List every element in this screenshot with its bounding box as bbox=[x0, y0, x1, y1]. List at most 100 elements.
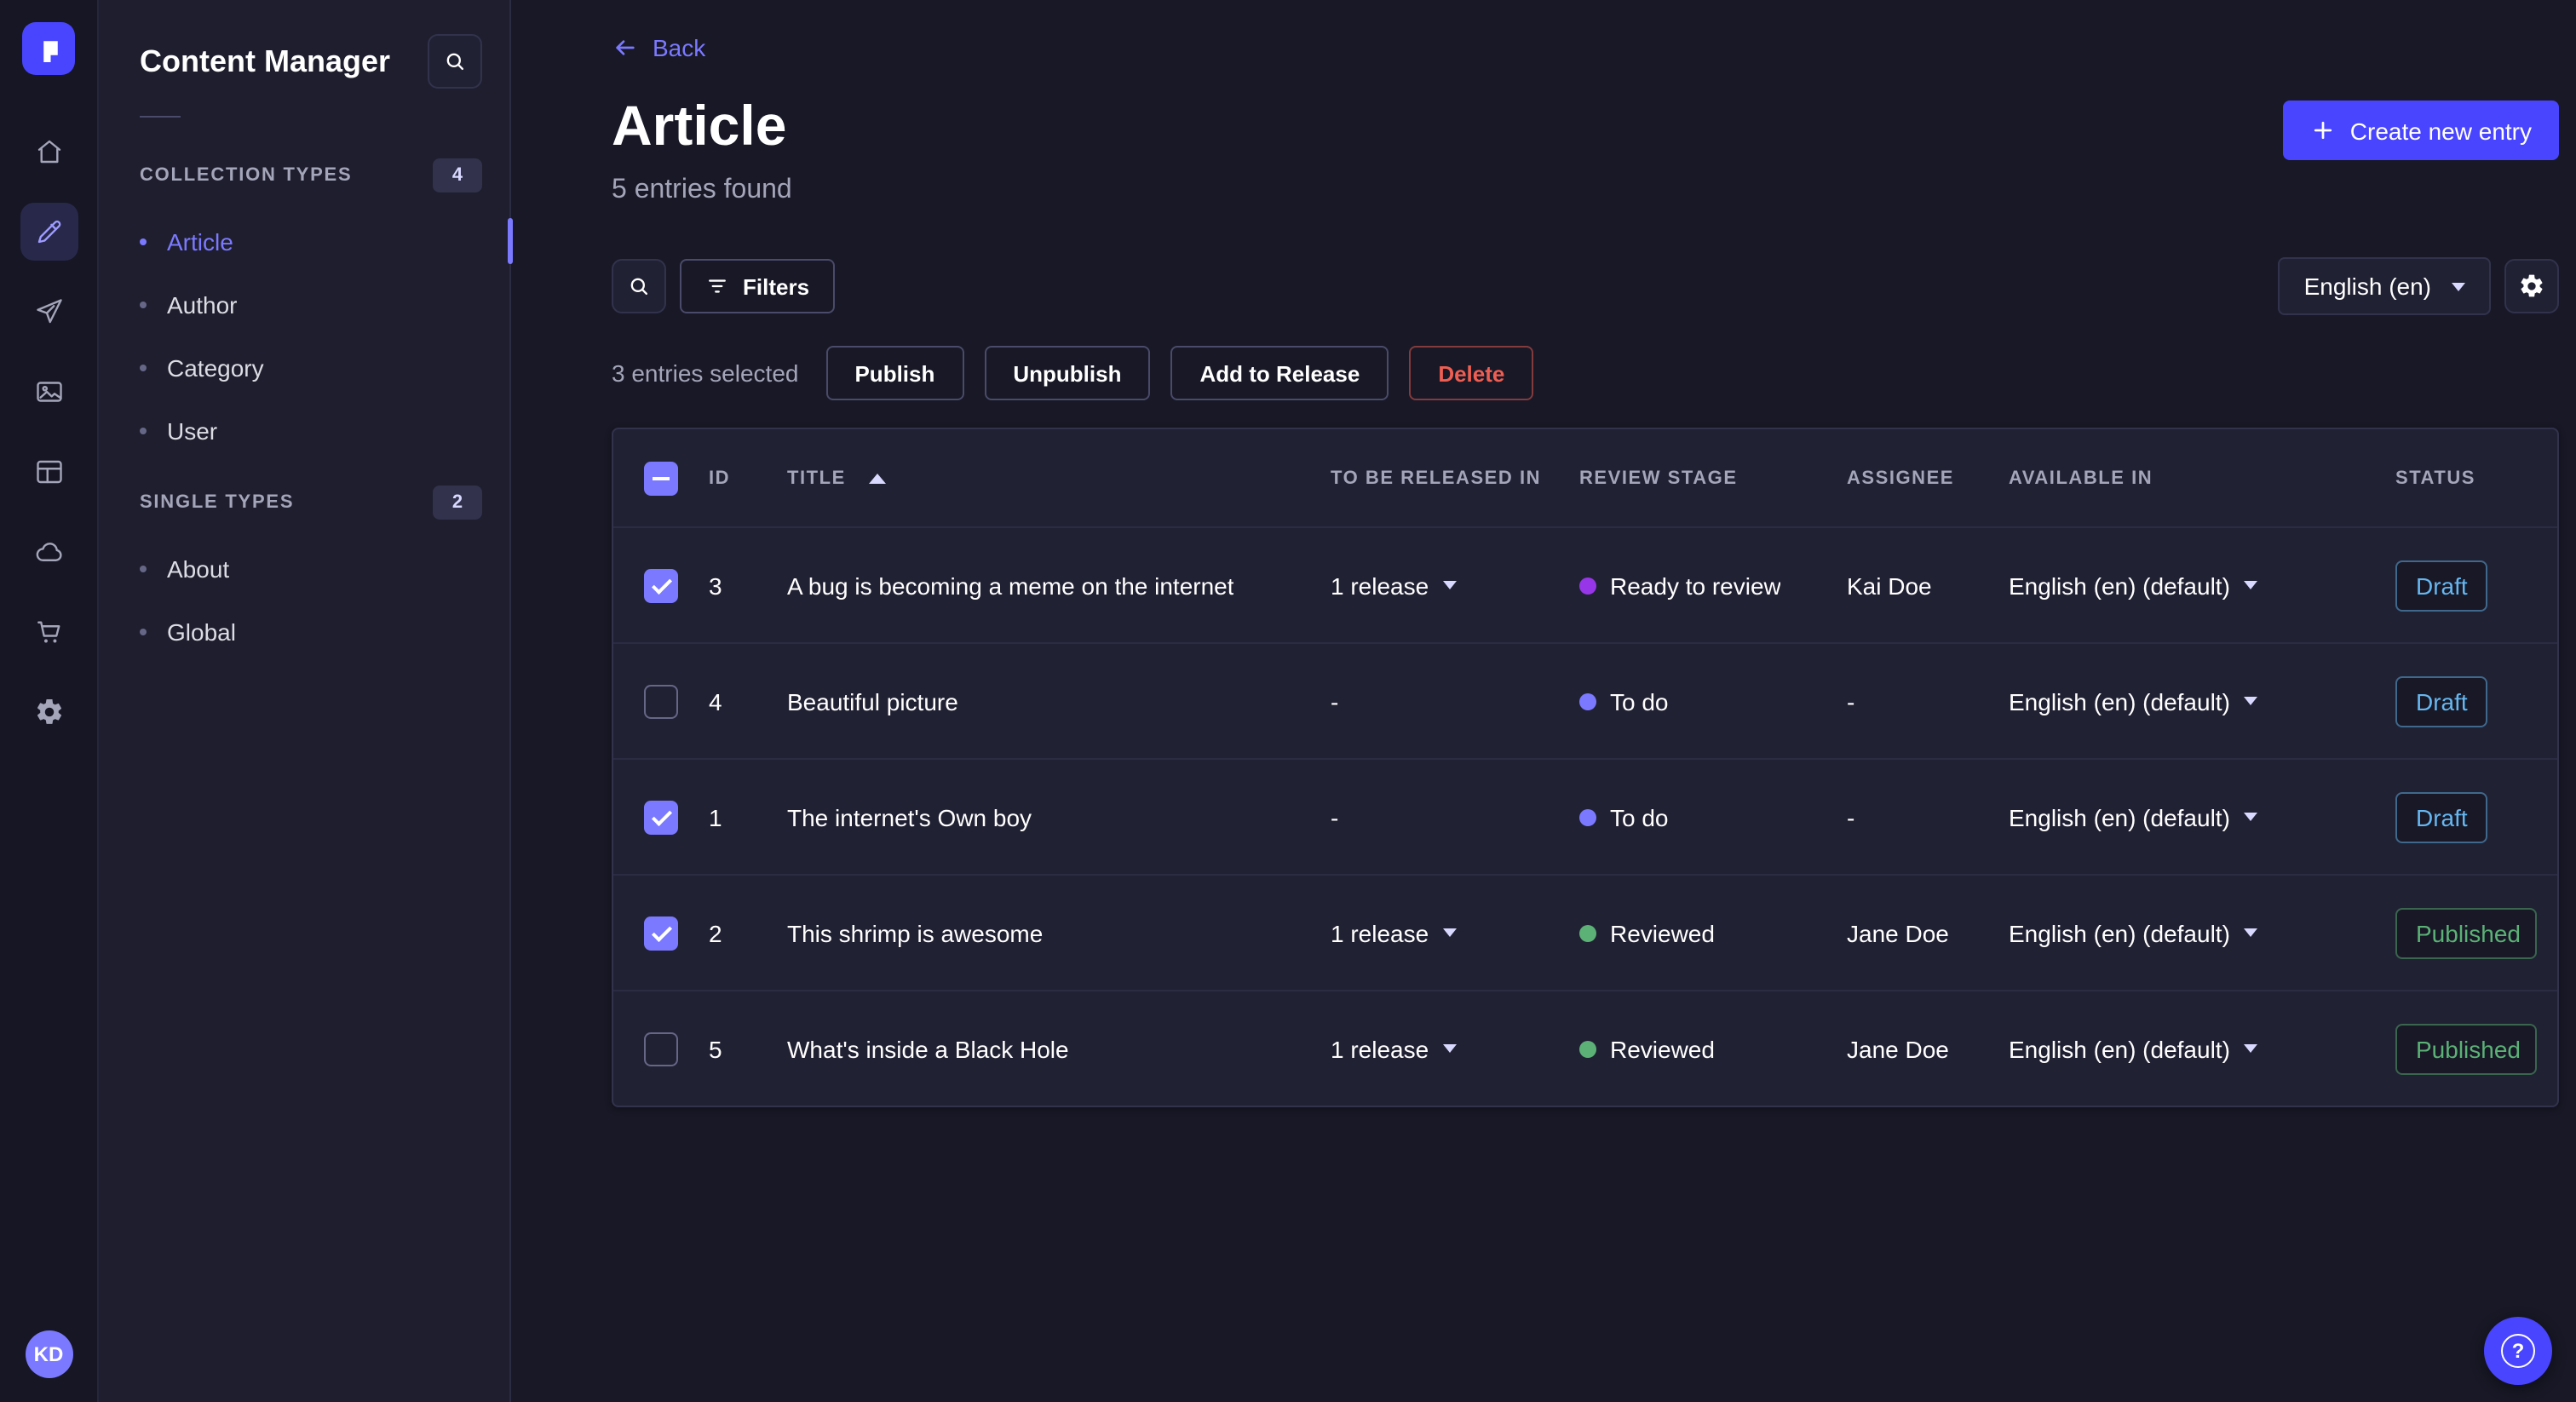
nav-media-library[interactable] bbox=[20, 363, 78, 421]
table-row[interactable]: 2 This shrimp is awesome 1 release Revie… bbox=[613, 874, 2557, 990]
create-new-entry-button[interactable]: Create new entry bbox=[2283, 101, 2559, 160]
sidebar-item-category[interactable]: Category bbox=[99, 336, 509, 399]
app-window: KD Content Manager COLLECTION TYPES 4 Ar… bbox=[0, 0, 2576, 1402]
collection-types-count-badge: 4 bbox=[433, 158, 482, 192]
create-new-entry-label: Create new entry bbox=[2349, 117, 2532, 144]
chevron-down-icon bbox=[1442, 928, 1457, 937]
cell-review-stage: Reviewed bbox=[1579, 1035, 1847, 1062]
cell-assignee: - bbox=[1847, 687, 1855, 715]
status-badge: Draft bbox=[2395, 675, 2488, 727]
home-icon bbox=[37, 140, 60, 164]
nav-marketplace[interactable] bbox=[20, 603, 78, 661]
table-row[interactable]: 3 A bug is becoming a meme on the intern… bbox=[613, 526, 2557, 642]
sidebar-title: Content Manager bbox=[140, 43, 391, 78]
column-header-title[interactable]: TITLE bbox=[787, 468, 1331, 488]
status-badge: Draft bbox=[2395, 791, 2488, 842]
cell-title: A bug is becoming a meme on the internet bbox=[787, 572, 1234, 599]
row-checkbox[interactable] bbox=[644, 916, 678, 950]
filters-button[interactable]: Filters bbox=[680, 259, 836, 313]
sidebar-item-label: Author bbox=[167, 290, 238, 318]
nav-content-manager[interactable] bbox=[20, 203, 78, 261]
view-settings-button[interactable] bbox=[2504, 259, 2559, 313]
nav-icon-group bbox=[20, 123, 78, 741]
row-checkbox[interactable] bbox=[644, 1031, 678, 1066]
cell-release-dropdown: - bbox=[1331, 687, 1339, 715]
nav-home[interactable] bbox=[20, 123, 78, 181]
sidebar-item-author[interactable]: Author bbox=[99, 273, 509, 336]
locale-select[interactable]: English (en) bbox=[2278, 257, 2491, 315]
back-label: Back bbox=[653, 34, 706, 61]
question-mark-icon: ? bbox=[2501, 1334, 2535, 1368]
main-content: Back Article 5 entries found Create new … bbox=[511, 0, 2576, 1402]
content-manager-sidebar: Content Manager COLLECTION TYPES 4 Artic… bbox=[99, 0, 513, 1402]
cell-release-dropdown[interactable]: 1 release bbox=[1331, 919, 1579, 946]
cell-title: The internet's Own boy bbox=[787, 803, 1032, 830]
row-checkbox[interactable] bbox=[644, 684, 678, 718]
column-header-available-in: AVAILABLE IN bbox=[2009, 468, 2153, 488]
sidebar-item-label: About bbox=[167, 554, 230, 582]
select-all-checkbox[interactable] bbox=[644, 461, 678, 495]
selection-count: 3 entries selected bbox=[612, 359, 799, 387]
strapi-logo[interactable] bbox=[22, 22, 75, 75]
cell-review-stage: To do bbox=[1579, 687, 1847, 715]
cell-title: Beautiful picture bbox=[787, 687, 958, 715]
cell-available-in-dropdown[interactable]: English (en) (default) bbox=[2009, 803, 2395, 830]
add-to-release-button[interactable]: Add to Release bbox=[1170, 346, 1389, 400]
bullet-icon bbox=[140, 628, 147, 635]
table-row[interactable]: 4 Beautiful picture - To do - English (e… bbox=[613, 642, 2557, 758]
sidebar-item-global[interactable]: Global bbox=[99, 600, 509, 663]
plus-icon bbox=[2314, 121, 2332, 140]
bullet-icon bbox=[140, 427, 147, 434]
cell-review-stage: Ready to review bbox=[1579, 572, 1847, 599]
cell-id: 5 bbox=[709, 1035, 722, 1062]
cell-available-in-dropdown[interactable]: English (en) (default) bbox=[2009, 1035, 2395, 1062]
cell-status: Published bbox=[2395, 1023, 2557, 1074]
delete-button[interactable]: Delete bbox=[1409, 346, 1534, 400]
row-checkbox[interactable] bbox=[644, 568, 678, 602]
selection-bar: 3 entries selected Publish Unpublish Add… bbox=[612, 346, 2559, 400]
cell-release-dropdown[interactable]: 1 release bbox=[1331, 1035, 1579, 1062]
cell-release-dropdown[interactable]: 1 release bbox=[1331, 572, 1579, 599]
cell-release-dropdown: - bbox=[1331, 803, 1339, 830]
cell-available-in-dropdown[interactable]: English (en) (default) bbox=[2009, 572, 2395, 599]
publish-button[interactable]: Publish bbox=[825, 346, 964, 400]
nav-settings[interactable] bbox=[20, 683, 78, 741]
cell-assignee: Kai Doe bbox=[1847, 572, 1932, 599]
nav-cloud[interactable] bbox=[20, 523, 78, 581]
filter-icon bbox=[709, 279, 726, 293]
sidebar-item-article[interactable]: Article bbox=[99, 210, 513, 273]
unpublish-button[interactable]: Unpublish bbox=[984, 346, 1151, 400]
cell-title: What's inside a Black Hole bbox=[787, 1035, 1069, 1062]
table-header-row: ID TITLE TO BE RELEASED IN REVIEW STAGE … bbox=[613, 429, 2557, 526]
sidebar-item-about[interactable]: About bbox=[99, 537, 509, 600]
chevron-down-icon bbox=[2243, 813, 2257, 821]
cell-available-in-dropdown[interactable]: English (en) (default) bbox=[2009, 919, 2395, 946]
search-icon bbox=[446, 53, 464, 71]
user-avatar[interactable]: KD bbox=[25, 1330, 72, 1378]
table-row[interactable]: 5 What's inside a Black Hole 1 release R… bbox=[613, 990, 2557, 1106]
chevron-down-icon bbox=[2243, 928, 2257, 937]
sidebar-item-label: Article bbox=[167, 227, 233, 255]
sidebar-item-user[interactable]: User bbox=[99, 399, 509, 462]
sidebar-item-label: Category bbox=[167, 353, 264, 381]
table-row[interactable]: 1 The internet's Own boy - To do - Engli… bbox=[613, 758, 2557, 874]
nav-releases[interactable] bbox=[20, 283, 78, 341]
cart-icon bbox=[37, 621, 60, 643]
cell-available-in-dropdown[interactable]: English (en) (default) bbox=[2009, 687, 2395, 715]
back-link[interactable]: Back bbox=[612, 34, 705, 61]
sidebar-search-button[interactable] bbox=[428, 34, 482, 89]
chevron-down-icon bbox=[2452, 282, 2465, 290]
page-title: Article bbox=[612, 94, 787, 157]
main-nav-rail: KD bbox=[0, 0, 99, 1402]
row-checkbox[interactable] bbox=[644, 800, 678, 834]
search-button[interactable] bbox=[612, 259, 666, 313]
help-button[interactable]: ? bbox=[2484, 1317, 2552, 1385]
chevron-down-icon bbox=[1442, 1044, 1457, 1053]
cloud-icon bbox=[35, 543, 61, 561]
gear-icon bbox=[2521, 274, 2543, 297]
column-header-id: ID bbox=[709, 468, 731, 488]
sidebar-item-label: User bbox=[167, 417, 218, 444]
nav-content-type-builder[interactable] bbox=[20, 443, 78, 501]
layout-icon bbox=[36, 460, 61, 484]
sort-ascending-icon bbox=[869, 473, 887, 483]
